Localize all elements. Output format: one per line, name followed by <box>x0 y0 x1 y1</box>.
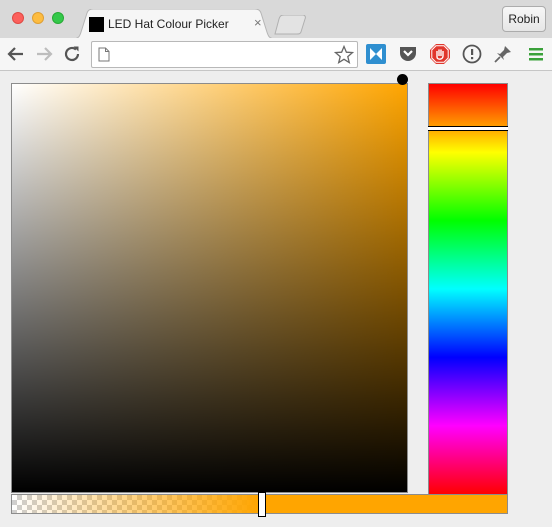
tab-title: LED Hat Colour Picker <box>108 17 229 31</box>
address-input[interactable] <box>116 46 326 64</box>
page-icon <box>98 47 110 67</box>
window-minimize-button[interactable] <box>32 12 44 24</box>
window-close-button[interactable] <box>12 12 24 24</box>
menu-icon[interactable] <box>525 43 547 65</box>
profile-button[interactable]: Robin <box>502 6 546 32</box>
tab-strip: LED Hat Colour Picker × Robin <box>0 0 552 40</box>
saturation-value-panel[interactable] <box>11 83 408 493</box>
forward-arrow-icon[interactable] <box>33 43 55 65</box>
window-maximize-button[interactable] <box>52 12 64 24</box>
reload-icon[interactable] <box>61 43 83 65</box>
tab-favicon <box>89 17 104 32</box>
pocket-icon[interactable] <box>397 43 419 65</box>
stop-hand-icon[interactable] <box>429 43 451 65</box>
hue-slider-handle[interactable] <box>428 126 508 131</box>
blue-butterfly-extension-icon[interactable] <box>365 43 387 65</box>
tab-close-icon[interactable]: × <box>254 16 262 30</box>
address-bar[interactable] <box>91 41 358 68</box>
hue-slider[interactable] <box>428 83 508 495</box>
back-arrow-icon[interactable] <box>5 43 27 65</box>
browser-tab[interactable]: LED Hat Colour Picker × <box>72 9 276 39</box>
alpha-slider-handle[interactable] <box>258 492 266 517</box>
browser-toolbar <box>0 38 552 71</box>
pin-icon[interactable] <box>492 43 514 65</box>
info-circle-icon[interactable] <box>461 43 483 65</box>
new-tab-button[interactable] <box>272 14 308 40</box>
bookmark-star-icon[interactable] <box>333 44 355 70</box>
saturation-value-handle[interactable] <box>397 74 408 85</box>
